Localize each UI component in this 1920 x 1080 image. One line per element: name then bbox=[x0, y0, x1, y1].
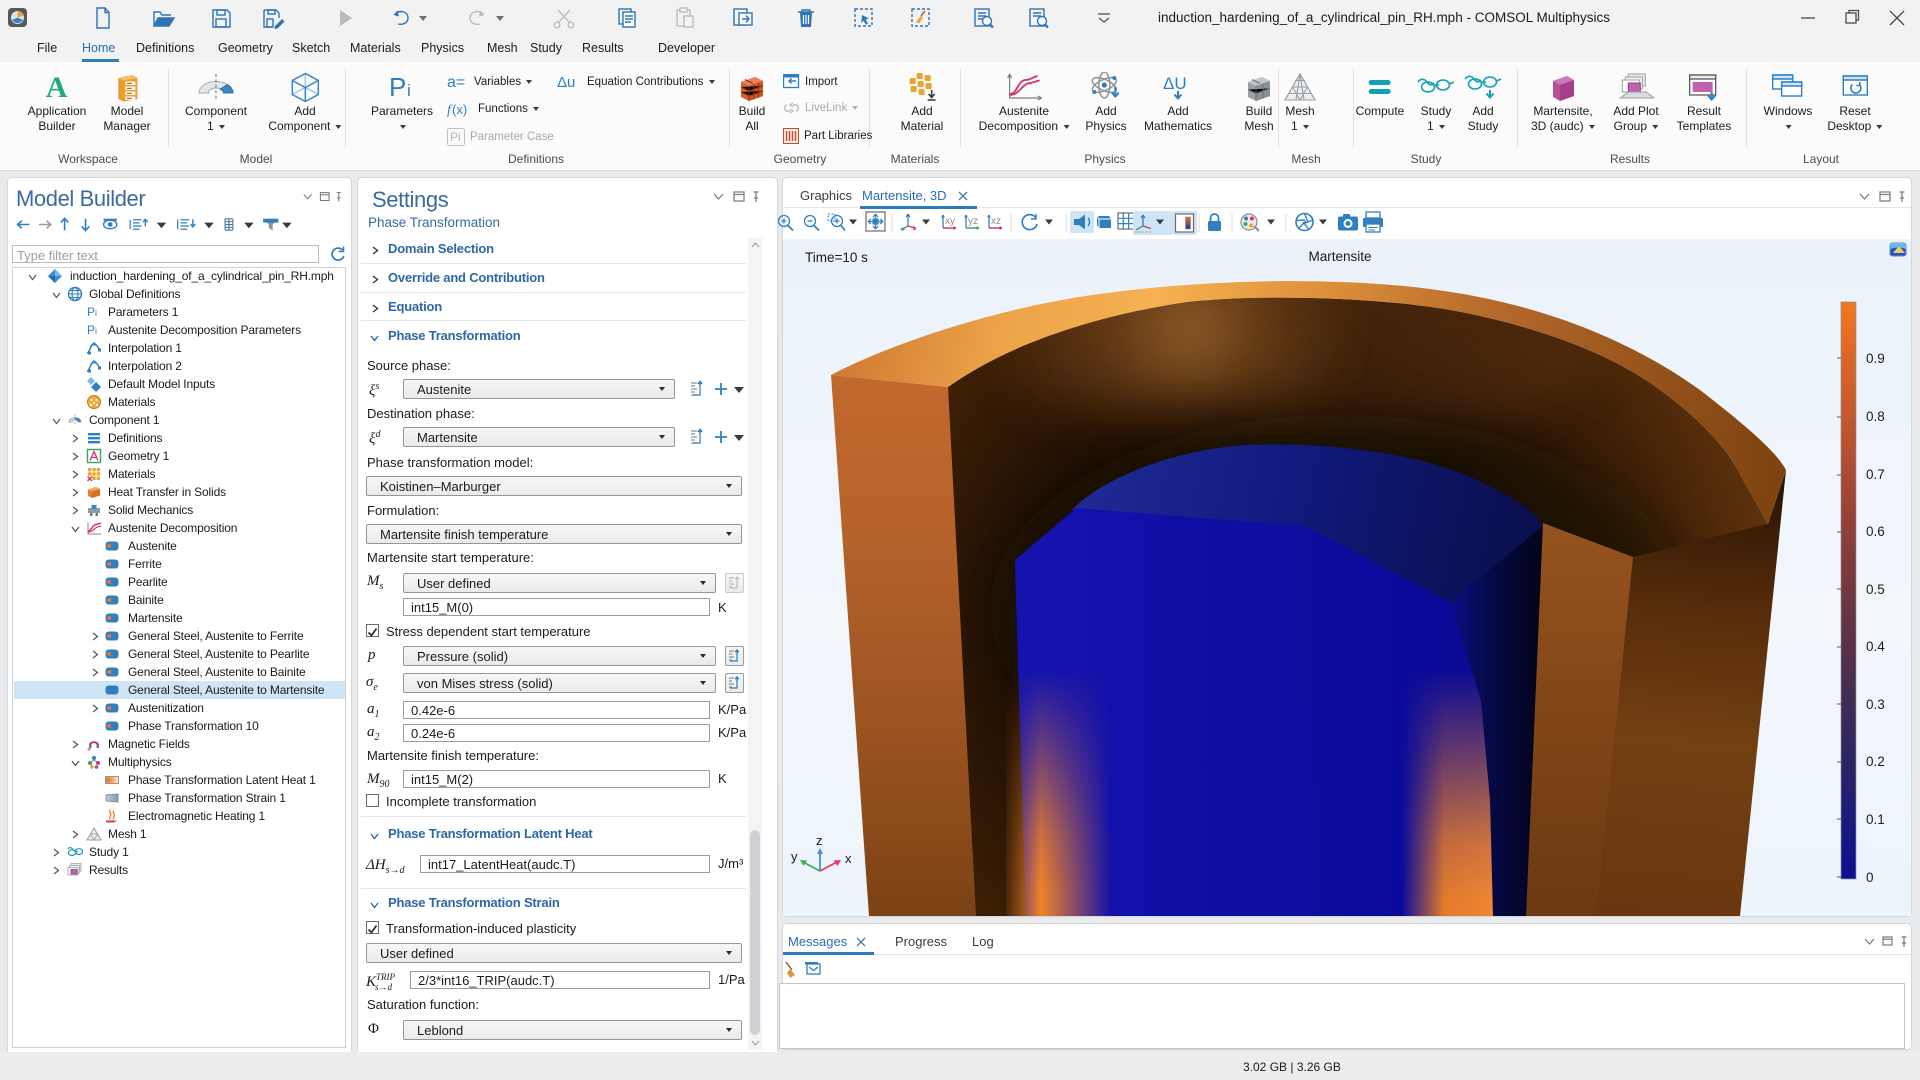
svg-text:0.1: 0.1 bbox=[1866, 812, 1885, 827]
svg-text:xy: xy bbox=[945, 216, 955, 227]
svg-text:0.7: 0.7 bbox=[1866, 467, 1885, 482]
svg-text:_: _ bbox=[97, 745, 103, 753]
svg-text:Pi: Pi bbox=[450, 130, 461, 144]
svg-text:yz: yz bbox=[968, 216, 978, 227]
svg-text:0: 0 bbox=[1866, 870, 1874, 885]
svg-text:+: + bbox=[87, 747, 91, 753]
svg-text:i: i bbox=[95, 326, 97, 336]
svg-text:z: z bbox=[816, 833, 823, 848]
svg-text:0.5: 0.5 bbox=[1866, 582, 1885, 597]
svg-text:ΔU: ΔU bbox=[1163, 74, 1187, 93]
svg-text:0.8: 0.8 bbox=[1866, 409, 1885, 424]
svg-text:x: x bbox=[845, 851, 852, 866]
svg-text:0.9: 0.9 bbox=[1866, 351, 1885, 366]
svg-text:y: y bbox=[791, 849, 798, 864]
svg-text:0.4: 0.4 bbox=[1866, 639, 1885, 654]
svg-text:0.3: 0.3 bbox=[1866, 697, 1885, 712]
svg-text:a=: a= bbox=[447, 74, 465, 90]
svg-text:0.2: 0.2 bbox=[1866, 754, 1885, 769]
svg-text:Martensite: Martensite bbox=[1308, 249, 1371, 264]
svg-text:i: i bbox=[407, 81, 411, 100]
svg-text:P: P bbox=[87, 323, 95, 337]
svg-text:P: P bbox=[87, 305, 95, 319]
svg-text:Δu: Δu bbox=[557, 74, 575, 90]
svg-text:A: A bbox=[46, 72, 68, 102]
svg-text:Time=10 s: Time=10 s bbox=[805, 250, 868, 265]
svg-text:(x): (x) bbox=[452, 102, 467, 117]
svg-text:i: i bbox=[95, 308, 97, 318]
svg-text:P: P bbox=[389, 72, 406, 102]
svg-text:xz: xz bbox=[991, 216, 1001, 227]
svg-text:0.6: 0.6 bbox=[1866, 524, 1885, 539]
